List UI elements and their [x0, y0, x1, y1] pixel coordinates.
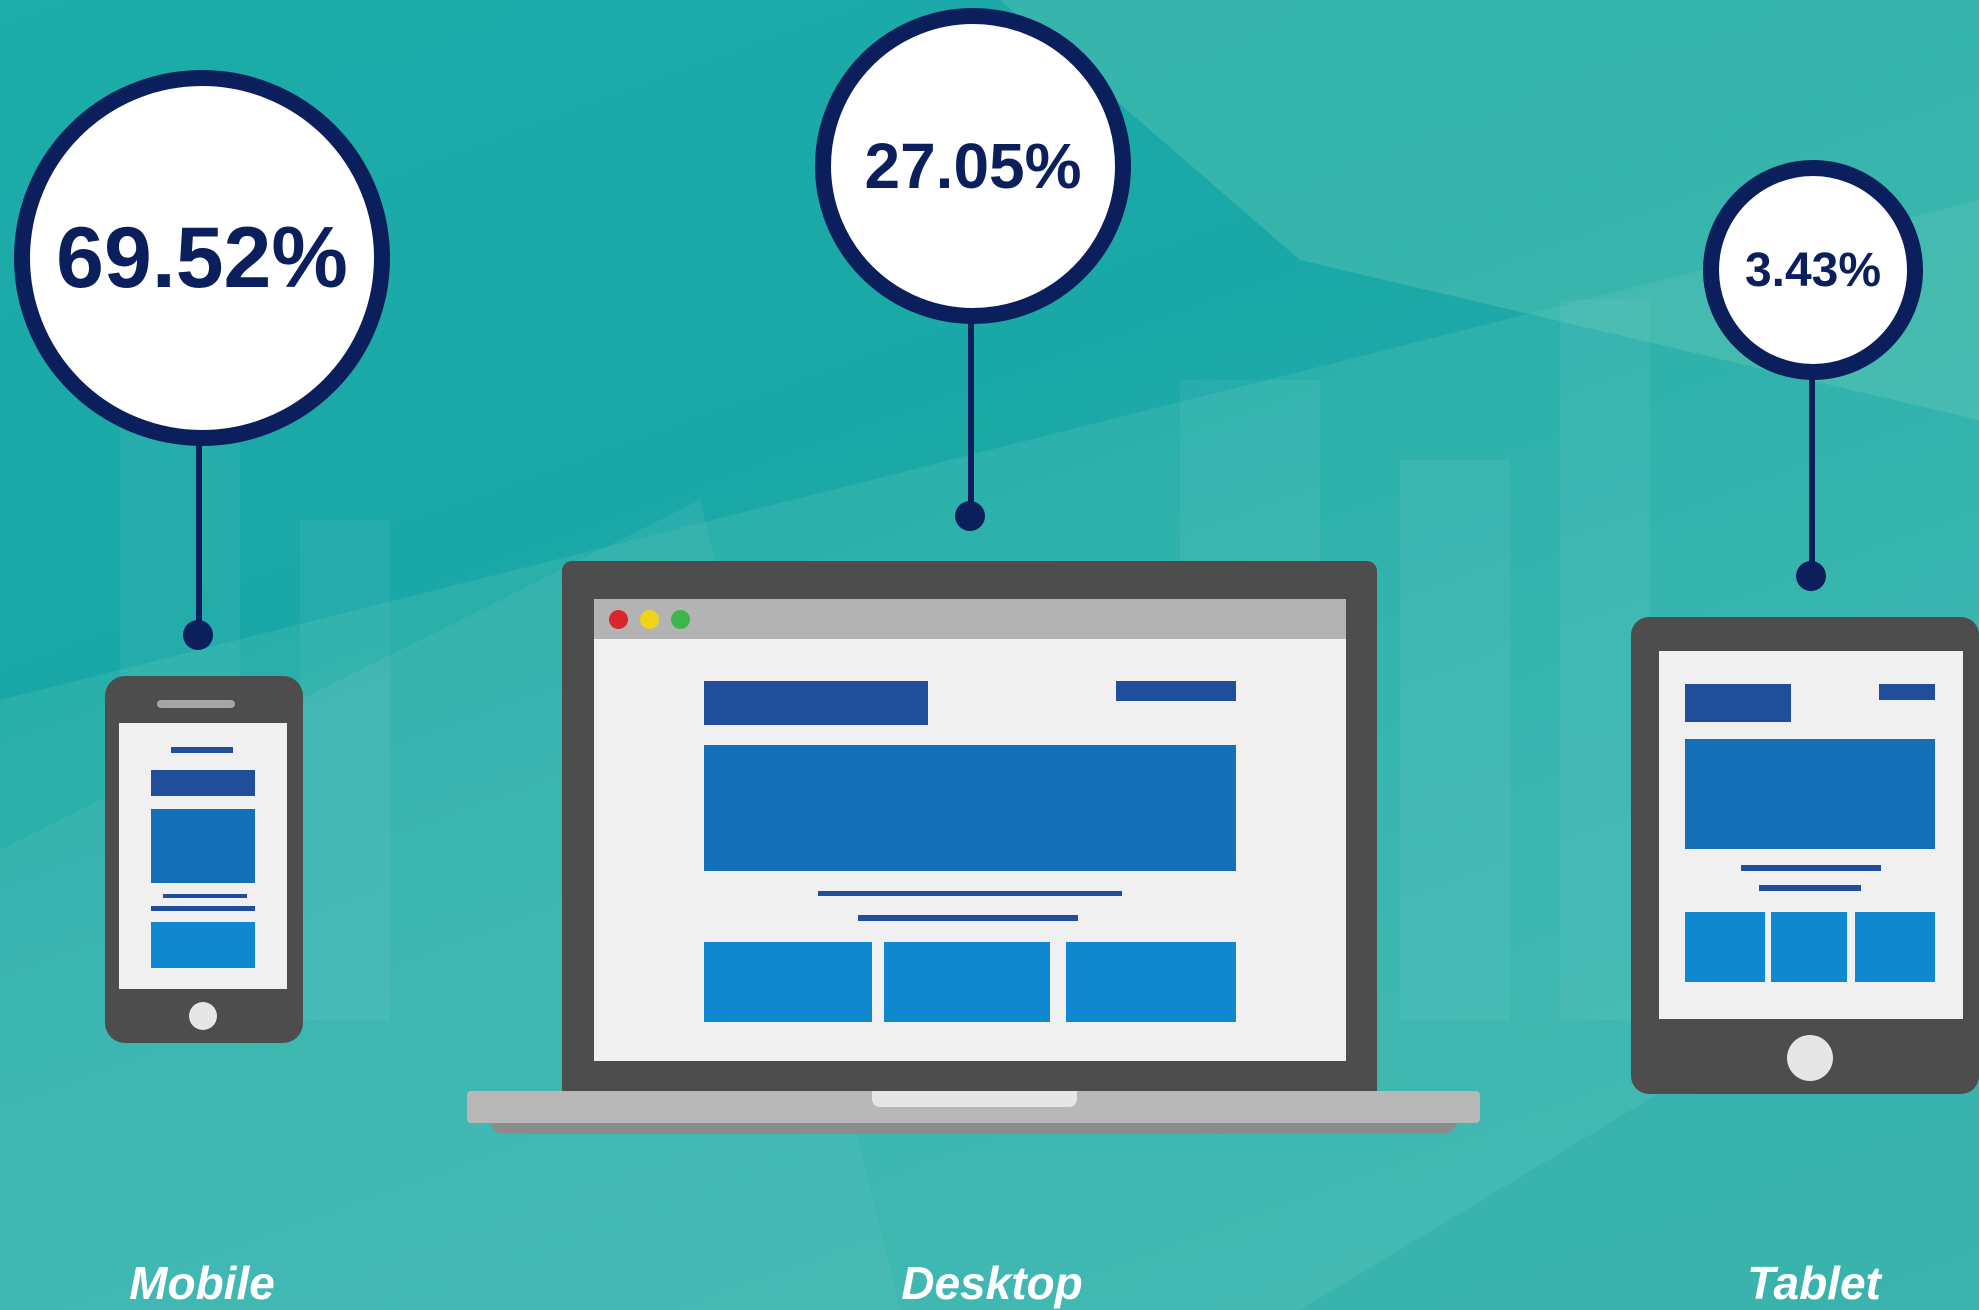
phone-screen	[119, 723, 287, 989]
desktop-share-bubble: 27.05%	[815, 8, 1131, 324]
tablet-screen	[1659, 651, 1963, 1019]
mobile-share-bubble: 69.52%	[14, 70, 390, 446]
phone-screen-card-block	[151, 922, 255, 968]
tablet-screen-hero-block	[1685, 739, 1935, 849]
tablet-screen-card-block	[1855, 912, 1935, 982]
laptop-screen-card-block	[1066, 942, 1236, 1022]
desktop-callout-stem	[968, 318, 974, 518]
browser-title-bar	[594, 599, 1346, 639]
tablet-screen-card-block	[1771, 912, 1847, 982]
laptop-screen-text-line	[818, 891, 1122, 896]
window-minimize-icon	[640, 610, 659, 629]
laptop-screen-card-block	[884, 942, 1050, 1022]
phone-screen-text-line	[151, 906, 255, 911]
phone-screen-header-line	[171, 747, 233, 753]
tablet-illustration	[1631, 617, 1979, 1094]
window-maximize-icon	[671, 610, 690, 629]
mobile-callout-dot	[183, 620, 213, 650]
mobile-share-value: 69.52%	[56, 209, 348, 306]
laptop-screen	[594, 599, 1346, 1061]
tablet-screen-text-line	[1759, 885, 1861, 891]
tablet-share-value: 3.43%	[1744, 243, 1882, 297]
desktop-share-value: 27.05%	[864, 130, 1082, 202]
tablet-label: Tablet	[1747, 1257, 1881, 1309]
phone-illustration	[105, 676, 303, 1043]
phone-screen-text-line	[163, 894, 247, 898]
laptop-notch	[872, 1091, 1077, 1107]
tablet-screen-logo-block	[1685, 684, 1791, 722]
phone-home-button	[189, 1002, 217, 1030]
laptop-screen-logo-block	[704, 681, 928, 725]
tablet-callout-stem	[1809, 374, 1815, 570]
tablet-callout-dot	[1796, 561, 1826, 591]
laptop-illustration	[562, 561, 1377, 1101]
laptop-screen-hero-block	[704, 745, 1236, 871]
tablet-screen-card-block	[1685, 912, 1765, 982]
desktop-label: Desktop	[901, 1257, 1083, 1309]
phone-screen-hero-block	[151, 809, 255, 883]
phone-speaker	[157, 700, 235, 708]
window-close-icon	[609, 610, 628, 629]
mobile-label: Mobile	[129, 1257, 275, 1309]
laptop-screen-nav-block	[1116, 681, 1236, 701]
phone-screen-title-block	[151, 770, 255, 796]
tablet-home-button	[1787, 1035, 1833, 1081]
laptop-screen-card-block	[704, 942, 872, 1022]
laptop-screen-text-line	[858, 915, 1078, 921]
mobile-callout-stem	[196, 440, 202, 635]
tablet-share-bubble: 3.43%	[1703, 160, 1923, 380]
desktop-callout-dot	[955, 501, 985, 531]
tablet-screen-nav-block	[1879, 684, 1935, 700]
tablet-screen-text-line	[1741, 865, 1881, 871]
